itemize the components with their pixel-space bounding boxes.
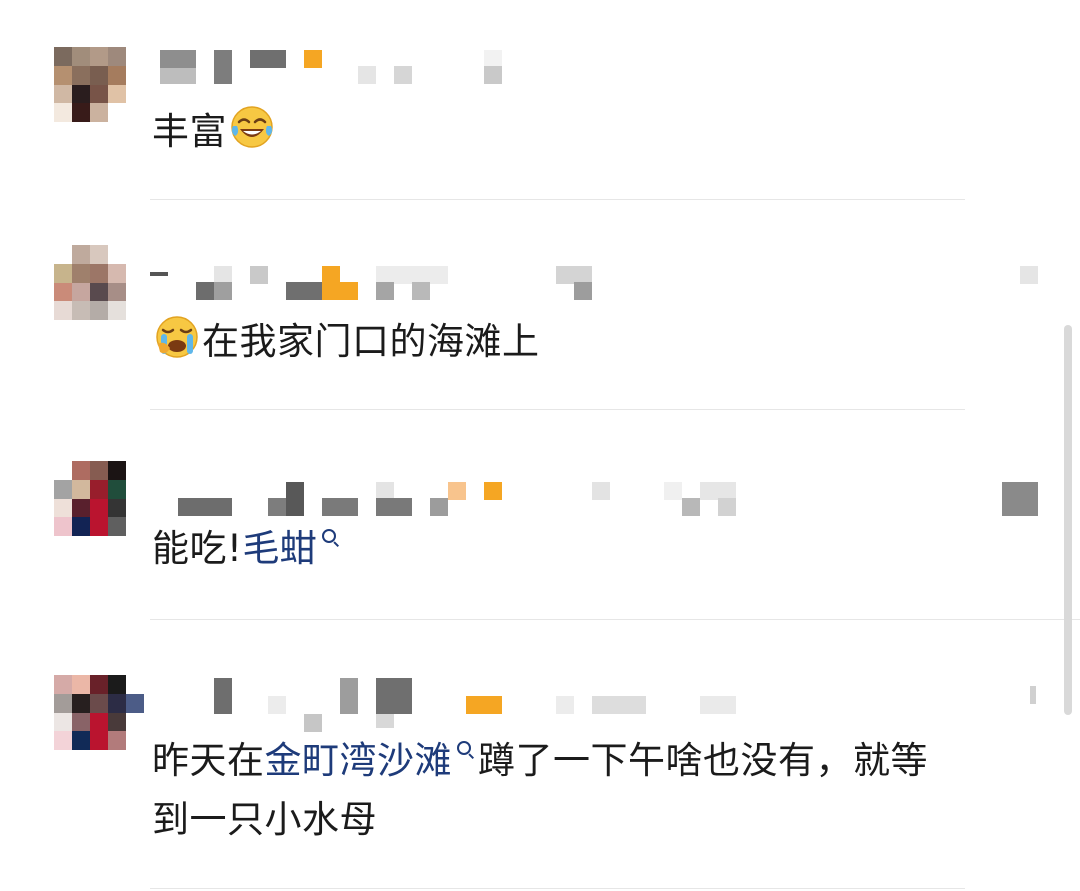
comment-text: 在我家门口的海滩上 [152, 314, 540, 370]
avatar[interactable] [54, 245, 144, 320]
search-icon[interactable] [319, 521, 341, 547]
comment-text-before: 丰富 [152, 110, 227, 153]
search-icon[interactable] [454, 733, 476, 759]
comment-text-after: 蹲了一下午啥也没有，就等 [478, 739, 928, 782]
avatar[interactable] [54, 461, 144, 536]
keyword-search-link[interactable]: 毛蚶 [242, 527, 343, 570]
comment-text-line-1: 昨天在金町湾沙滩 蹲了一下午啥也没有，就等 [152, 733, 928, 789]
avatar[interactable] [54, 675, 144, 750]
divider [150, 409, 965, 410]
location-label[interactable]: 金町湾沙滩 [265, 739, 453, 782]
username[interactable] [150, 46, 1050, 86]
comment-text-body: 在我家门口的海滩上 [202, 320, 540, 363]
face-with-tears-of-joy-icon [231, 106, 273, 148]
comment-text-before: 能吃! [152, 527, 243, 570]
username[interactable] [150, 262, 1050, 302]
avatar[interactable] [54, 47, 144, 122]
comment-text-before: 昨天在 [152, 739, 265, 782]
loudly-crying-face-icon [156, 316, 198, 358]
location-search-link[interactable]: 金町湾沙滩 [265, 739, 479, 782]
comment-text: 丰富 [152, 104, 277, 160]
comment-text: 能吃!毛蚶 [152, 521, 343, 577]
divider [150, 199, 965, 200]
keyword-label[interactable]: 毛蚶 [242, 527, 317, 570]
username[interactable] [150, 676, 1050, 732]
comment-text-line-2: 到一只小水母 [152, 798, 377, 841]
divider [150, 888, 965, 889]
divider [150, 619, 1080, 620]
username[interactable] [150, 478, 1050, 518]
scrollbar[interactable] [1064, 325, 1072, 715]
